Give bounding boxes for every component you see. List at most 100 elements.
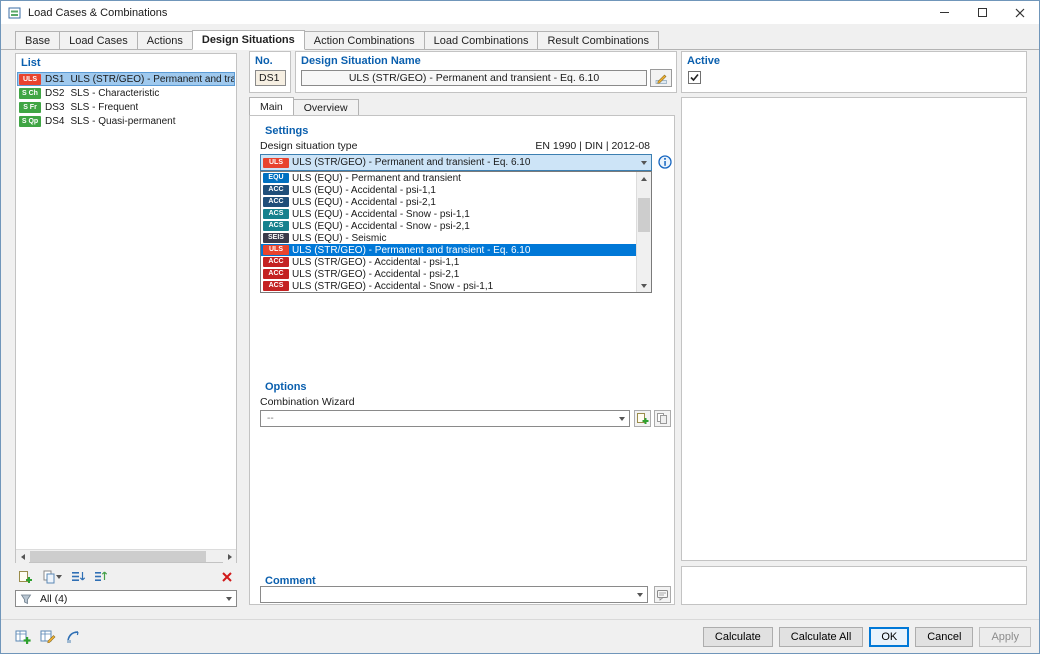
option-label: ULS (EQU) - Seismic: [292, 232, 387, 244]
option-badge: SEIS: [263, 233, 289, 243]
tab-load-combinations[interactable]: Load Combinations: [423, 31, 539, 49]
tab-action-combinations[interactable]: Action Combinations: [303, 31, 425, 49]
scroll-left-button[interactable]: [16, 550, 29, 563]
ok-button[interactable]: OK: [869, 626, 910, 647]
design-situation-type-combo[interactable]: ULS ULS (STR/GEO) - Permanent and transi…: [260, 154, 652, 171]
option-label: ULS (EQU) - Accidental - psi-1,1: [292, 184, 436, 196]
design-situation-name-input[interactable]: ULS (STR/GEO) - Permanent and transient …: [301, 70, 647, 86]
name-label: Design Situation Name: [301, 55, 421, 67]
option-label: ULS (STR/GEO) - Permanent and transient …: [292, 244, 531, 256]
renumber-icon: [95, 571, 108, 581]
copy-item-button[interactable]: [38, 567, 65, 587]
item-label: SLS - Quasi-permanent: [70, 115, 176, 127]
renumber-items-button[interactable]: [91, 567, 111, 587]
option-label: ULS (EQU) - Permanent and transient: [292, 172, 461, 184]
sort-items-button[interactable]: [68, 567, 88, 587]
dropdown-option-5[interactable]: ACS ULS (EQU) - Accidental - Snow - psi-2…: [261, 220, 636, 232]
maximize-button[interactable]: [963, 1, 1001, 24]
window-controls: [925, 1, 1039, 24]
scroll-down-button[interactable]: [637, 279, 651, 292]
list-item-ds4[interactable]: S Qp DS4 SLS - Quasi-permanent: [17, 114, 235, 128]
category-badge: S Ch: [19, 87, 41, 99]
combination-wizard-label: Combination Wizard: [260, 396, 355, 408]
rename-button[interactable]: [650, 69, 672, 87]
edit-combination-wizard-button[interactable]: [654, 410, 671, 427]
dropdown-option-10[interactable]: ACS ULS (STR/GEO) - Accidental - Snow - p…: [261, 280, 636, 292]
options-header: Options: [265, 381, 307, 393]
active-checkbox[interactable]: [688, 71, 701, 84]
new-combination-wizard-button[interactable]: [634, 410, 651, 427]
list-item-ds2[interactable]: S Ch DS2 SLS - Characteristic: [17, 86, 235, 100]
wizard-combo-value: --: [267, 413, 274, 424]
tab-result-combinations[interactable]: Result Combinations: [537, 31, 659, 49]
window-title: Load Cases & Combinations: [28, 6, 168, 19]
tab-bar: Base Load Cases Actions Design Situations Ac…: [1, 30, 1039, 50]
copy-icon: [43, 570, 54, 584]
delete-item-button[interactable]: [217, 567, 237, 587]
scroll-up-button[interactable]: [637, 172, 651, 185]
arrow-down-icon: [641, 283, 647, 288]
close-icon: [1015, 8, 1025, 17]
subtab-main[interactable]: Main: [249, 97, 294, 115]
checkmark-icon: [690, 73, 699, 82]
calculate-button[interactable]: Calculate: [702, 626, 773, 647]
combination-wizard-combo[interactable]: --: [260, 410, 630, 427]
minimize-icon: [939, 12, 949, 13]
tab-design-situations[interactable]: Design Situations: [191, 30, 305, 50]
list-filter-combo[interactable]: All (4): [15, 590, 237, 607]
settings-button[interactable]: [63, 627, 83, 647]
active-label: Active: [687, 55, 721, 67]
dropdown-option-2[interactable]: ACC ULS (EQU) - Accidental - psi-1,1: [261, 184, 636, 196]
option-badge: ACC: [263, 269, 289, 279]
dropdown-scrollbar[interactable]: [636, 172, 651, 292]
dropdown-options: EQU ULS (EQU) - Permanent and transient AC…: [261, 172, 636, 292]
calculate-all-button[interactable]: Calculate All: [778, 626, 864, 647]
subtab-overview[interactable]: Overview: [292, 99, 359, 115]
dropdown-option-7[interactable]: ULS ULS (STR/GEO) - Permanent and transie…: [261, 244, 636, 256]
scroll-right-button[interactable]: [223, 550, 236, 563]
delete-icon: [222, 572, 232, 582]
edit-list-button[interactable]: [38, 627, 58, 647]
item-label: SLS - Frequent: [70, 101, 139, 113]
preview-panel: [681, 97, 1027, 561]
comment-combo[interactable]: [260, 586, 648, 603]
chevron-down-icon: [55, 575, 62, 579]
info-icon: [658, 155, 672, 169]
option-label: ULS (EQU) - Accidental - Snow - psi-1,1: [292, 208, 470, 220]
option-label: ULS (EQU) - Accidental - Snow - psi-2,1: [292, 220, 470, 232]
no-field[interactable]: DS1: [255, 70, 286, 86]
option-badge: ULS: [263, 245, 289, 255]
dropdown-option-8[interactable]: ACC ULS (STR/GEO) - Accidental - psi-1,1: [261, 256, 636, 268]
filter-icon: [20, 594, 32, 604]
dropdown-option-3[interactable]: ACC ULS (EQU) - Accidental - psi-2,1: [261, 196, 636, 208]
pencil-icon: [655, 74, 667, 84]
tab-load-cases[interactable]: Load Cases: [59, 31, 138, 49]
arrow-left-icon: [20, 553, 25, 560]
type-combo-value: ULS (STR/GEO) - Permanent and transient …: [292, 157, 531, 168]
dropdown-option-9[interactable]: ACC ULS (STR/GEO) - Accidental - psi-2,1: [261, 268, 636, 280]
footer-toolbar: [13, 627, 83, 647]
add-table-button[interactable]: [13, 627, 33, 647]
dropdown-option-1[interactable]: EQU ULS (EQU) - Permanent and transient: [261, 172, 636, 184]
no-label: No.: [255, 55, 273, 67]
list-horizontal-scrollbar[interactable]: [16, 549, 236, 563]
chevron-down-icon: [226, 596, 232, 601]
new-item-button[interactable]: [15, 567, 35, 587]
dropdown-option-4[interactable]: ACS ULS (EQU) - Accidental - Snow - psi-1…: [261, 208, 636, 220]
horizontal-scroll-thumb[interactable]: [30, 551, 206, 562]
apply-button[interactable]: Apply: [979, 626, 1031, 647]
new-item-icon: [19, 571, 32, 583]
dropdown-option-6[interactable]: SEIS ULS (EQU) - Seismic: [261, 232, 636, 244]
tab-actions[interactable]: Actions: [136, 31, 193, 49]
description-panel: [681, 566, 1027, 605]
info-button[interactable]: [658, 155, 672, 169]
minimize-button[interactable]: [925, 1, 963, 24]
chevron-down-icon: [619, 416, 625, 421]
cancel-button[interactable]: Cancel: [915, 626, 974, 647]
list-item-ds1[interactable]: ULS DS1 ULS (STR/GEO) - Permanent and tran…: [17, 72, 235, 86]
list-item-ds3[interactable]: S Fr DS3 SLS - Frequent: [17, 100, 235, 114]
close-button[interactable]: [1001, 1, 1039, 24]
tab-base[interactable]: Base: [15, 31, 61, 49]
vertical-scroll-thumb[interactable]: [638, 198, 650, 232]
comment-options-button[interactable]: [654, 586, 671, 603]
